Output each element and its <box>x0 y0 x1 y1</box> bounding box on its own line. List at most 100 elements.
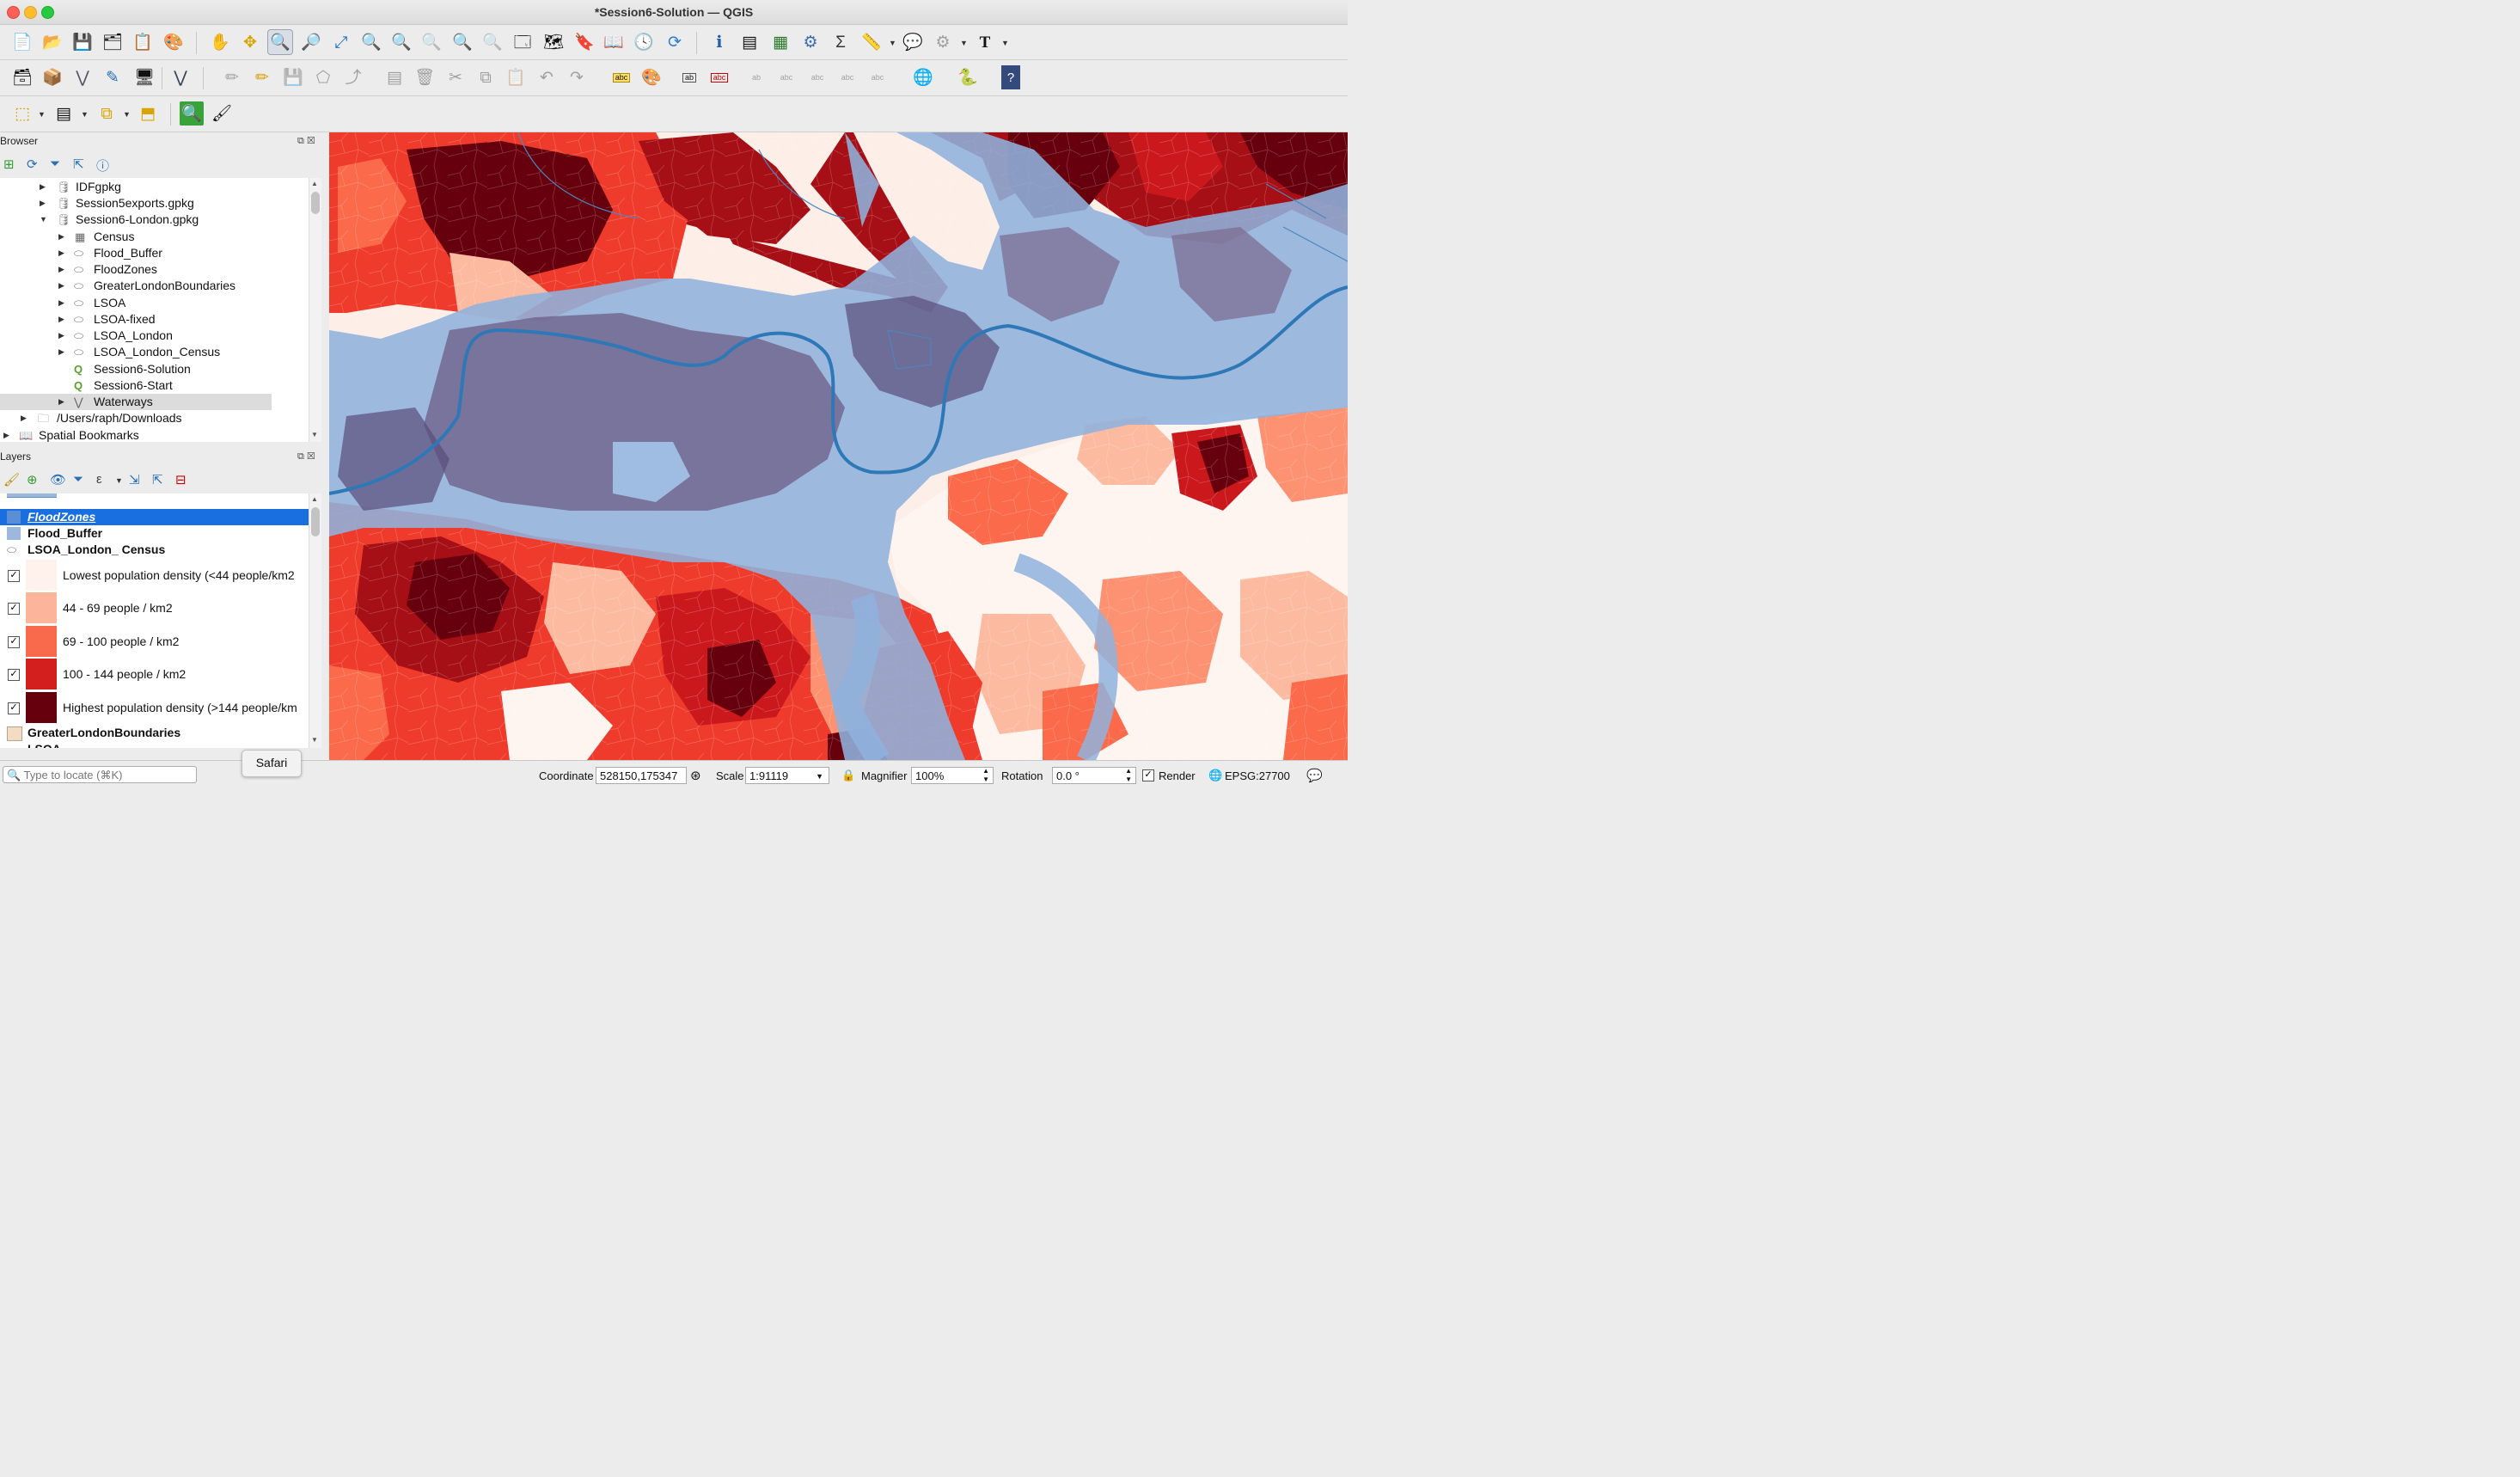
layer-item-flood-buffer[interactable]: Flood_Buffer <box>0 525 309 542</box>
browser-item-selected[interactable]: ▶ ⋁ Waterways <box>0 394 272 410</box>
browser-item[interactable]: Q Session6-Solution <box>0 361 310 377</box>
panel-float-close-icon[interactable]: ⧉ ☒ <box>297 135 315 147</box>
select-dropdown-icon[interactable]: ▼ <box>38 110 46 119</box>
deselect-dropdown-icon[interactable]: ▼ <box>123 110 131 119</box>
expand-all-icon[interactable]: ⇲ <box>129 472 140 487</box>
annotation-dropdown-icon[interactable]: ▼ <box>1001 39 1009 47</box>
layer-item-greaterlondonboundaries[interactable]: GreaterLondonBoundaries <box>0 725 309 741</box>
add-feature-icon[interactable]: ⬠ <box>311 65 335 89</box>
browser-item[interactable]: ▶ ⬭ LSOA-fixed <box>0 311 310 328</box>
map-canvas-svg[interactable] <box>329 132 1348 760</box>
magnifier-spinbox[interactable]: 100% ▲ ▼ <box>911 767 994 784</box>
zoom-next-icon[interactable]: 🔍 <box>480 30 505 54</box>
browser-item[interactable]: ▶ ⬭ Flood_Buffer <box>0 245 310 261</box>
rotation-spinbox[interactable]: 0.0 ° ▲ ▼ <box>1052 767 1136 784</box>
collapse-all-icon[interactable]: ⇱ <box>152 472 163 487</box>
locator-search-icon[interactable]: 🔍 <box>180 101 204 126</box>
select-by-value-dropdown-icon[interactable]: ▼ <box>81 110 89 119</box>
browser-item[interactable]: ▶ 📖 Spatial Bookmarks <box>0 427 310 442</box>
map-canvas[interactable] <box>329 132 1348 760</box>
render-checkbox[interactable]: ✓ <box>1142 769 1154 781</box>
deselect-icon[interactable]: ⧉ <box>95 101 119 126</box>
crs-button[interactable]: EPSG:27700 <box>1225 769 1290 782</box>
remove-layer-icon[interactable]: ⊟ <box>175 472 187 487</box>
field-calculator-icon[interactable]: ▦ <box>768 30 792 54</box>
toggle-extents-icon[interactable]: ⊛ <box>690 768 701 783</box>
python-console-icon[interactable]: 🐍 <box>956 65 980 89</box>
legend-class-checkbox[interactable]: ✓ <box>8 636 20 648</box>
browser-item[interactable]: ▶ ⬭ FloodZones <box>0 261 310 278</box>
paste-icon[interactable]: 📋 <box>504 65 528 89</box>
label-rotate-icon[interactable]: abc <box>805 65 829 89</box>
copy-icon[interactable]: ⧉ <box>474 65 498 89</box>
legend-class-checkbox[interactable]: ✓ <box>8 702 20 714</box>
print-layout-icon[interactable]: 📋 <box>131 30 155 54</box>
label-toolbar-icon[interactable]: abc <box>609 65 633 89</box>
new-map-view-icon[interactable]: 🗔 <box>511 30 535 54</box>
zoom-to-selection-icon[interactable]: 🔍 <box>359 30 383 54</box>
crs-icon[interactable]: 🌐 <box>1208 769 1222 782</box>
cut-icon[interactable]: ✂ <box>443 65 468 89</box>
settings-dropdown-icon[interactable]: ▼ <box>960 39 968 47</box>
zoom-native-icon[interactable]: 🔍 <box>419 30 443 54</box>
vertex-edit-icon[interactable]: ⤴ <box>341 65 365 89</box>
map-styling-icon[interactable]: 🖌 <box>210 101 234 126</box>
plugin-georeferencer-icon[interactable]: 🌐 <box>911 65 935 89</box>
legend-class-checkbox[interactable]: ✓ <box>8 603 20 615</box>
processing-toolbox-icon[interactable]: ⚙ <box>798 30 823 54</box>
browser-item[interactable]: ▶ ⬭ GreaterLondonBoundaries <box>0 278 310 294</box>
label-highlight-icon[interactable]: abc <box>707 65 731 89</box>
zoom-to-layer-icon[interactable]: 🔍 <box>389 30 413 54</box>
zoom-last-icon[interactable]: 🔍 <box>450 30 474 54</box>
settings-icon[interactable]: ⚙ <box>931 30 955 54</box>
zoom-in-icon[interactable]: 🔍 <box>267 29 293 55</box>
style-manager-icon[interactable]: 🎨 <box>162 30 186 54</box>
filter-expression-dropdown-icon[interactable]: ▼ <box>115 476 123 485</box>
layer-item-lsoa-london-census[interactable]: ⬭ LSOA_London_ Census <box>0 542 309 558</box>
pan-to-selection-icon[interactable]: ✥ <box>238 30 262 54</box>
attribute-table-icon[interactable]: ▤ <box>737 30 762 54</box>
zoom-out-icon[interactable]: 🔎 <box>299 30 323 54</box>
lock-scale-icon[interactable]: 🔒 <box>841 769 855 782</box>
messages-icon[interactable]: 💬 <box>1306 768 1323 783</box>
properties-icon[interactable]: ⓘ <box>96 156 109 175</box>
browser-scrollbar[interactable]: ▲ ▼ <box>309 178 321 442</box>
browser-item[interactable]: Q Session6-Start <box>0 377 310 394</box>
delete-feature-icon[interactable]: 🗑 <box>413 65 437 89</box>
layer-item-lsoa[interactable]: LSOA <box>0 741 309 748</box>
browser-item[interactable]: ▶ ⬭ LSOA_London_Census <box>0 344 310 360</box>
save-edits-icon[interactable]: 💾 <box>281 65 305 89</box>
layers-scrollbar[interactable]: ▲ ▼ <box>309 493 321 748</box>
digitize-icon[interactable]: ⋁ <box>70 65 95 89</box>
refresh-icon[interactable]: ⟳ <box>27 156 38 172</box>
select-by-value-icon[interactable]: ▤ <box>52 101 76 126</box>
pan-icon[interactable]: ✋ <box>208 30 232 54</box>
label-property-icon[interactable]: abc <box>865 65 890 89</box>
current-edits-icon[interactable]: ✏ <box>220 65 244 89</box>
select-features-icon[interactable]: ⬚ <box>10 101 34 126</box>
new-project-icon[interactable]: 📄 <box>10 30 34 54</box>
browser-item[interactable]: ▶ ▦ Census <box>0 229 310 245</box>
open-layer-styling-icon[interactable]: 🖌 <box>3 472 20 487</box>
panel-float-close-icon[interactable]: ⧉ ☒ <box>297 450 315 463</box>
browser-item[interactable]: ▶ 🛢 Session5exports.gpkg <box>0 195 310 211</box>
zoom-full-icon[interactable]: ⤢ <box>329 30 353 54</box>
label-show-hide-icon[interactable]: abc <box>774 65 798 89</box>
filter-legend-icon[interactable]: ⏷ <box>73 472 83 487</box>
measure-icon[interactable]: 📏 <box>859 30 884 54</box>
locator-search-input[interactable]: 🔍 Type to locate (⌘K) <box>3 766 197 783</box>
layer-item-floodzones[interactable]: FloodZones <box>0 509 309 525</box>
vertex-tool-icon[interactable]: ⋁ <box>168 65 193 89</box>
layer-labeling-icon[interactable]: 🎨 <box>639 65 664 89</box>
select-by-location-icon[interactable]: ⬒ <box>136 101 160 126</box>
collapse-all-icon[interactable]: ⇱ <box>73 156 84 172</box>
manage-themes-icon[interactable]: 👁 <box>50 472 66 487</box>
refresh-icon[interactable]: ⟳ <box>663 30 687 54</box>
add-group-icon[interactable]: ⊕ <box>27 472 38 487</box>
new-bookmark-icon[interactable]: 🔖 <box>572 30 596 54</box>
help-icon[interactable]: ? <box>1001 65 1020 89</box>
toggle-editing-icon[interactable]: ✏ <box>250 65 274 89</box>
measure-dropdown-icon[interactable]: ▼ <box>889 39 896 47</box>
new-3d-view-icon[interactable]: 🗺 <box>541 30 566 54</box>
browser-item[interactable]: ▶ ⬭ LSOA <box>0 295 310 311</box>
